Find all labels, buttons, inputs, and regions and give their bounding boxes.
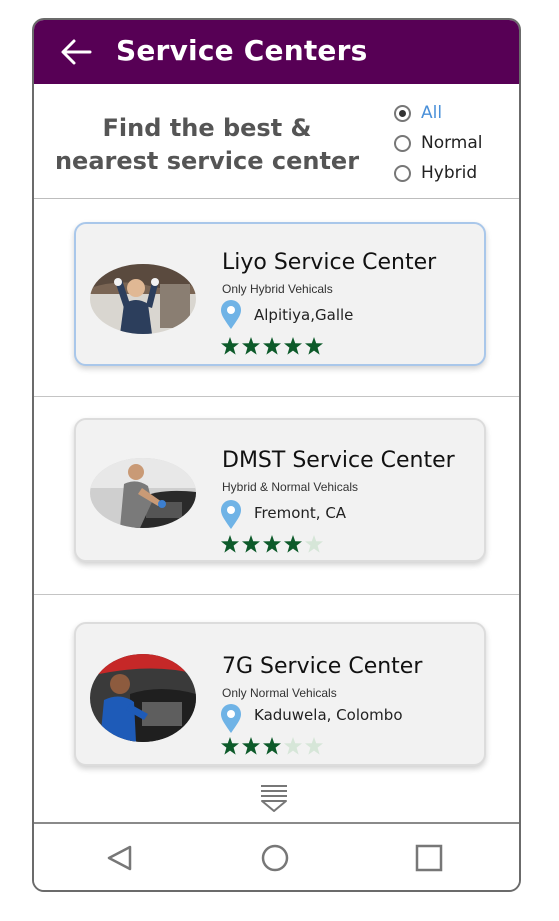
star-empty-icon <box>305 737 323 755</box>
center-location: Fremont, CA <box>254 504 347 522</box>
center-name: DMST Service Center <box>222 448 455 473</box>
filter-radio-group: All Normal Hybrid <box>394 98 483 188</box>
expand-down-icon[interactable] <box>258 782 290 814</box>
app-bar: Service Centers <box>34 20 519 84</box>
star-filled-icon <box>221 337 239 355</box>
center-type: Hybrid & Normal Vehicals <box>222 480 359 494</box>
center-type: Only Normal Vehicals <box>222 686 337 700</box>
star-filled-icon <box>263 737 281 755</box>
system-nav-bar <box>34 822 519 890</box>
location-pin-icon <box>221 300 241 329</box>
star-filled-icon <box>242 535 260 553</box>
star-rating <box>220 534 325 554</box>
filter-label-normal: Normal <box>421 133 483 153</box>
page-title: Service Centers <box>116 34 368 67</box>
filter-option-all[interactable]: All <box>394 98 483 128</box>
list-item: Liyo Service Center Only Hybrid Vehicals… <box>34 198 519 397</box>
filter-label-all: All <box>421 103 443 123</box>
service-center-card[interactable]: 7G Service Center Only Normal Vehicals K… <box>74 622 486 766</box>
recents-square-icon[interactable] <box>413 842 445 874</box>
filter-option-hybrid[interactable]: Hybrid <box>394 158 483 188</box>
center-name: Liyo Service Center <box>222 250 437 275</box>
star-filled-icon <box>242 737 260 755</box>
location-pin-icon <box>221 500 241 529</box>
center-location: Kaduwela, Colombo <box>254 706 403 724</box>
center-name: 7G Service Center <box>222 654 423 679</box>
star-rating <box>220 736 325 756</box>
arrow-left-icon[interactable] <box>58 34 94 70</box>
filter-option-normal[interactable]: Normal <box>394 128 483 158</box>
radio-hybrid[interactable] <box>394 164 411 182</box>
center-type: Only Hybrid Vehicals <box>222 282 333 296</box>
home-circle-icon[interactable] <box>259 842 291 874</box>
service-center-card[interactable]: DMST Service Center Hybrid & Normal Vehi… <box>74 418 486 562</box>
mechanic-photo <box>90 654 196 742</box>
radio-all[interactable] <box>394 104 411 122</box>
tagline: Find the best & nearest service center <box>54 114 360 175</box>
star-filled-icon <box>242 337 260 355</box>
list-item: 7G Service Center Only Normal Vehicals K… <box>34 596 519 794</box>
star-rating <box>220 336 325 356</box>
back-triangle-icon[interactable] <box>104 842 136 874</box>
star-filled-icon <box>263 535 281 553</box>
star-filled-icon <box>221 535 239 553</box>
star-filled-icon <box>221 737 239 755</box>
star-filled-icon <box>284 337 302 355</box>
mechanic-photo <box>90 458 196 528</box>
phone-frame: Service Centers Find the best & nearest … <box>32 18 521 892</box>
location-pin-icon <box>221 704 241 733</box>
star-filled-icon <box>305 337 323 355</box>
filter-label-hybrid: Hybrid <box>421 163 478 183</box>
star-empty-icon <box>284 737 302 755</box>
service-center-card[interactable]: Liyo Service Center Only Hybrid Vehicals… <box>74 222 486 366</box>
header-section: Find the best & nearest service center A… <box>34 84 519 199</box>
star-filled-icon <box>263 337 281 355</box>
mechanic-photo <box>90 264 196 334</box>
center-location: Alpitiya,Galle <box>254 306 354 324</box>
radio-normal[interactable] <box>394 134 411 152</box>
star-filled-icon <box>284 535 302 553</box>
star-empty-icon <box>305 535 323 553</box>
list-item: DMST Service Center Hybrid & Normal Vehi… <box>34 396 519 595</box>
